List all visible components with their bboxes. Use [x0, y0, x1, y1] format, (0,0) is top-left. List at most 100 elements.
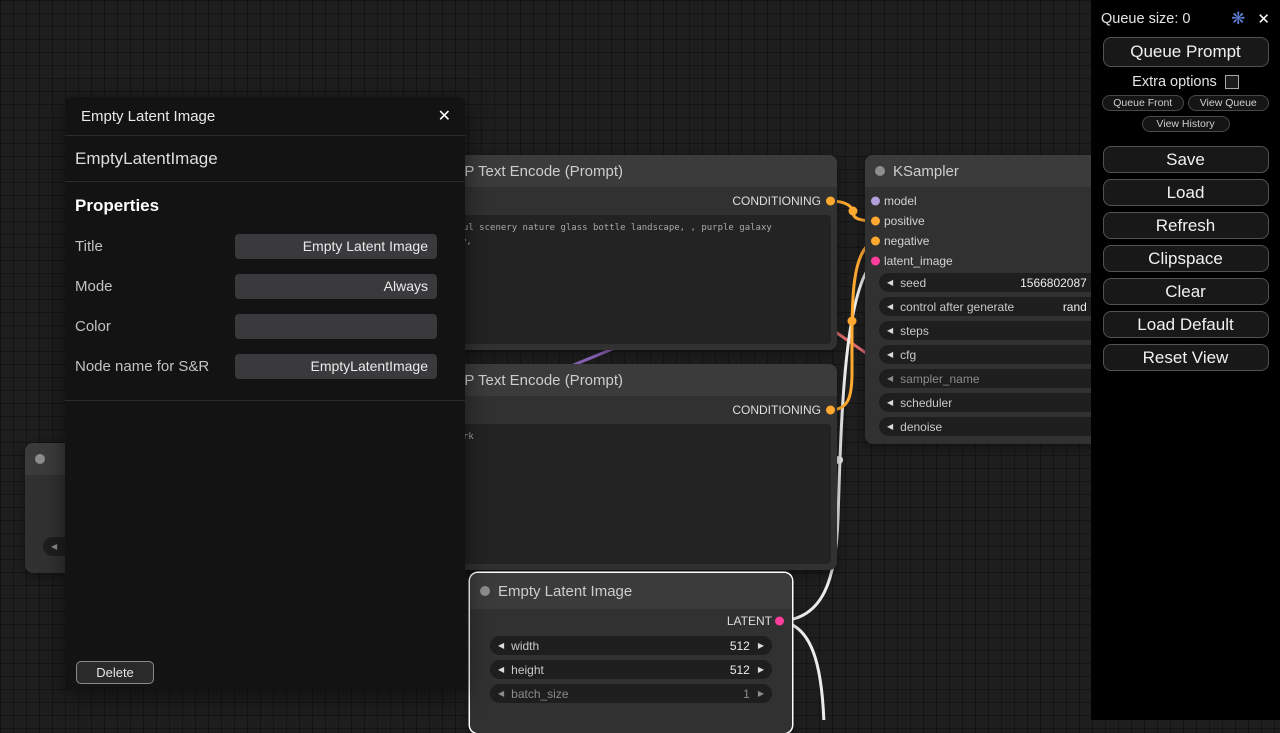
denoise-widget[interactable]: ◀ denoise	[879, 417, 1111, 436]
input-label: negative	[884, 234, 929, 248]
node-header[interactable]: Empty Latent Image	[470, 573, 792, 609]
divider	[65, 400, 465, 401]
scheduler-widget[interactable]: ◀ scheduler	[879, 393, 1111, 412]
widget-label: seed	[900, 276, 926, 290]
decrement-arrow-icon[interactable]: ◀	[887, 422, 893, 431]
refresh-button[interactable]: Refresh	[1103, 212, 1269, 239]
title-field[interactable]: Empty Latent Image	[235, 234, 437, 259]
widget-label: batch_size	[511, 687, 568, 701]
collapse-dot-icon[interactable]	[480, 586, 490, 596]
negative-input-port[interactable]	[871, 237, 880, 246]
queue-buttons-row: Queue Front View Queue	[1102, 95, 1269, 111]
reset-view-button[interactable]: Reset View	[1103, 344, 1269, 371]
output-row: CONDITIONING	[413, 187, 837, 215]
output-row: CONDITIONING	[413, 396, 837, 424]
node-type-label: EmptyLatentImage	[65, 136, 465, 182]
output-row: LATENT	[470, 609, 792, 633]
widget-rows: ◀ seed 1566802087 ▶ ◀ control after gene…	[865, 273, 1125, 436]
panel-close-icon[interactable]: ✕	[438, 106, 451, 126]
decrement-arrow-icon[interactable]: ◀	[887, 374, 893, 383]
link-midpoint-dot	[848, 317, 857, 326]
delete-node-button[interactable]: Delete	[76, 661, 154, 684]
load-button[interactable]: Load	[1103, 179, 1269, 206]
load-default-button[interactable]: Load Default	[1103, 311, 1269, 338]
clipspace-button[interactable]: Clipspace	[1103, 245, 1269, 272]
decrement-arrow-icon[interactable]: ◀	[887, 278, 893, 287]
cfg-widget[interactable]: ◀ cfg	[879, 345, 1111, 364]
decrement-arrow-icon[interactable]: ◀	[887, 350, 893, 359]
history-row: View History	[1102, 116, 1269, 132]
widget-label: cfg	[900, 348, 916, 362]
decrement-arrow-icon[interactable]: ◀	[498, 689, 504, 698]
positive-input-port[interactable]	[871, 217, 880, 226]
panel-title: Empty Latent Image	[81, 108, 438, 125]
latent-output-port[interactable]	[775, 617, 784, 626]
prompt-text-widget[interactable]: beautiful scenery nature glass bottle la…	[419, 215, 831, 344]
node-properties-panel: Empty Latent Image ✕ EmptyLatentImage Pr…	[65, 97, 465, 690]
conditioning-output-port[interactable]	[826, 197, 835, 206]
widget-label: denoise	[900, 420, 942, 434]
output-label: CONDITIONING	[732, 194, 821, 208]
decrement-arrow-icon[interactable]: ◀	[498, 665, 504, 674]
model-input-port[interactable]	[871, 197, 880, 206]
input-model: model	[865, 191, 1125, 211]
node-title: Empty Latent Image	[498, 583, 632, 600]
property-label: Color	[75, 318, 111, 335]
batch-size-widget[interactable]: ◀ batch_size 1 ▶	[490, 684, 772, 703]
clear-button[interactable]: Clear	[1103, 278, 1269, 305]
node-header[interactable]: CLIP Text Encode (Prompt)	[413, 155, 837, 187]
collapse-dot-icon[interactable]	[35, 454, 45, 464]
node-clip-text-encode-positive[interactable]: CLIP Text Encode (Prompt) CONDITIONING b…	[413, 155, 837, 350]
conditioning-output-port[interactable]	[826, 406, 835, 415]
input-negative: negative	[865, 231, 1125, 251]
node-name-sr-field[interactable]: EmptyLatentImage	[235, 354, 437, 379]
input-label: positive	[884, 214, 925, 228]
color-field[interactable]	[235, 314, 437, 339]
height-widget[interactable]: ◀ height 512 ▶	[490, 660, 772, 679]
property-row: Mode Always	[65, 266, 465, 306]
menu-close-icon[interactable]: ✕	[1257, 10, 1270, 28]
input-latent-image: latent_image	[865, 251, 1125, 271]
queue-front-button[interactable]: Queue Front	[1102, 95, 1184, 111]
extra-options-row: Extra options	[1091, 67, 1280, 95]
property-row: Node name for S&R EmptyLatentImage	[65, 346, 465, 386]
node-header[interactable]: KSampler	[865, 155, 1125, 187]
increment-arrow-icon[interactable]: ▶	[758, 689, 764, 698]
property-label: Mode	[75, 278, 113, 295]
node-title: CLIP Text Encode (Prompt)	[441, 163, 623, 180]
extra-options-checkbox[interactable]	[1225, 75, 1239, 89]
seed-widget[interactable]: ◀ seed 1566802087 ▶	[879, 273, 1111, 292]
widget-value: 512	[730, 639, 750, 653]
input-rows: model positive negative latent_image	[865, 191, 1125, 271]
steps-widget[interactable]: ◀ steps	[879, 321, 1111, 340]
settings-icon[interactable]: ❋	[1231, 9, 1245, 29]
decrement-arrow-icon[interactable]: ◀	[51, 542, 57, 551]
input-label: model	[884, 194, 917, 208]
control-after-generate-widget[interactable]: ◀ control after generate rand ▶	[879, 297, 1111, 316]
queue-prompt-button[interactable]: Queue Prompt	[1103, 37, 1269, 67]
comfyui-menu: Queue size: 0 ❋ ✕ Queue Prompt Extra opt…	[1091, 0, 1280, 720]
node-header[interactable]: CLIP Text Encode (Prompt)	[413, 364, 837, 396]
link-midpoint-dot	[849, 207, 858, 216]
width-widget[interactable]: ◀ width 512 ▶	[490, 636, 772, 655]
decrement-arrow-icon[interactable]: ◀	[498, 641, 504, 650]
node-ksampler[interactable]: KSampler model positive negative latent_…	[865, 155, 1125, 444]
increment-arrow-icon[interactable]: ▶	[758, 665, 764, 674]
view-queue-button[interactable]: View Queue	[1188, 95, 1270, 111]
sampler-name-widget[interactable]: ◀ sampler_name	[879, 369, 1111, 388]
increment-arrow-icon[interactable]: ▶	[758, 641, 764, 650]
view-history-button[interactable]: View History	[1142, 116, 1230, 132]
prompt-text-widget[interactable]: watermark	[419, 424, 831, 564]
decrement-arrow-icon[interactable]: ◀	[887, 398, 893, 407]
latent-image-input-port[interactable]	[871, 257, 880, 266]
collapse-dot-icon[interactable]	[875, 166, 885, 176]
decrement-arrow-icon[interactable]: ◀	[887, 326, 893, 335]
queue-size-label: Queue size: 0	[1101, 11, 1219, 27]
widget-label: sampler_name	[900, 372, 979, 386]
node-empty-latent-image[interactable]: Empty Latent Image LATENT ◀ width 512 ▶ …	[470, 573, 792, 733]
decrement-arrow-icon[interactable]: ◀	[887, 302, 893, 311]
panel-header: Empty Latent Image ✕	[65, 97, 465, 136]
node-clip-text-encode-negative[interactable]: CLIP Text Encode (Prompt) CONDITIONING w…	[413, 364, 837, 570]
mode-field[interactable]: Always	[235, 274, 437, 299]
save-button[interactable]: Save	[1103, 146, 1269, 173]
